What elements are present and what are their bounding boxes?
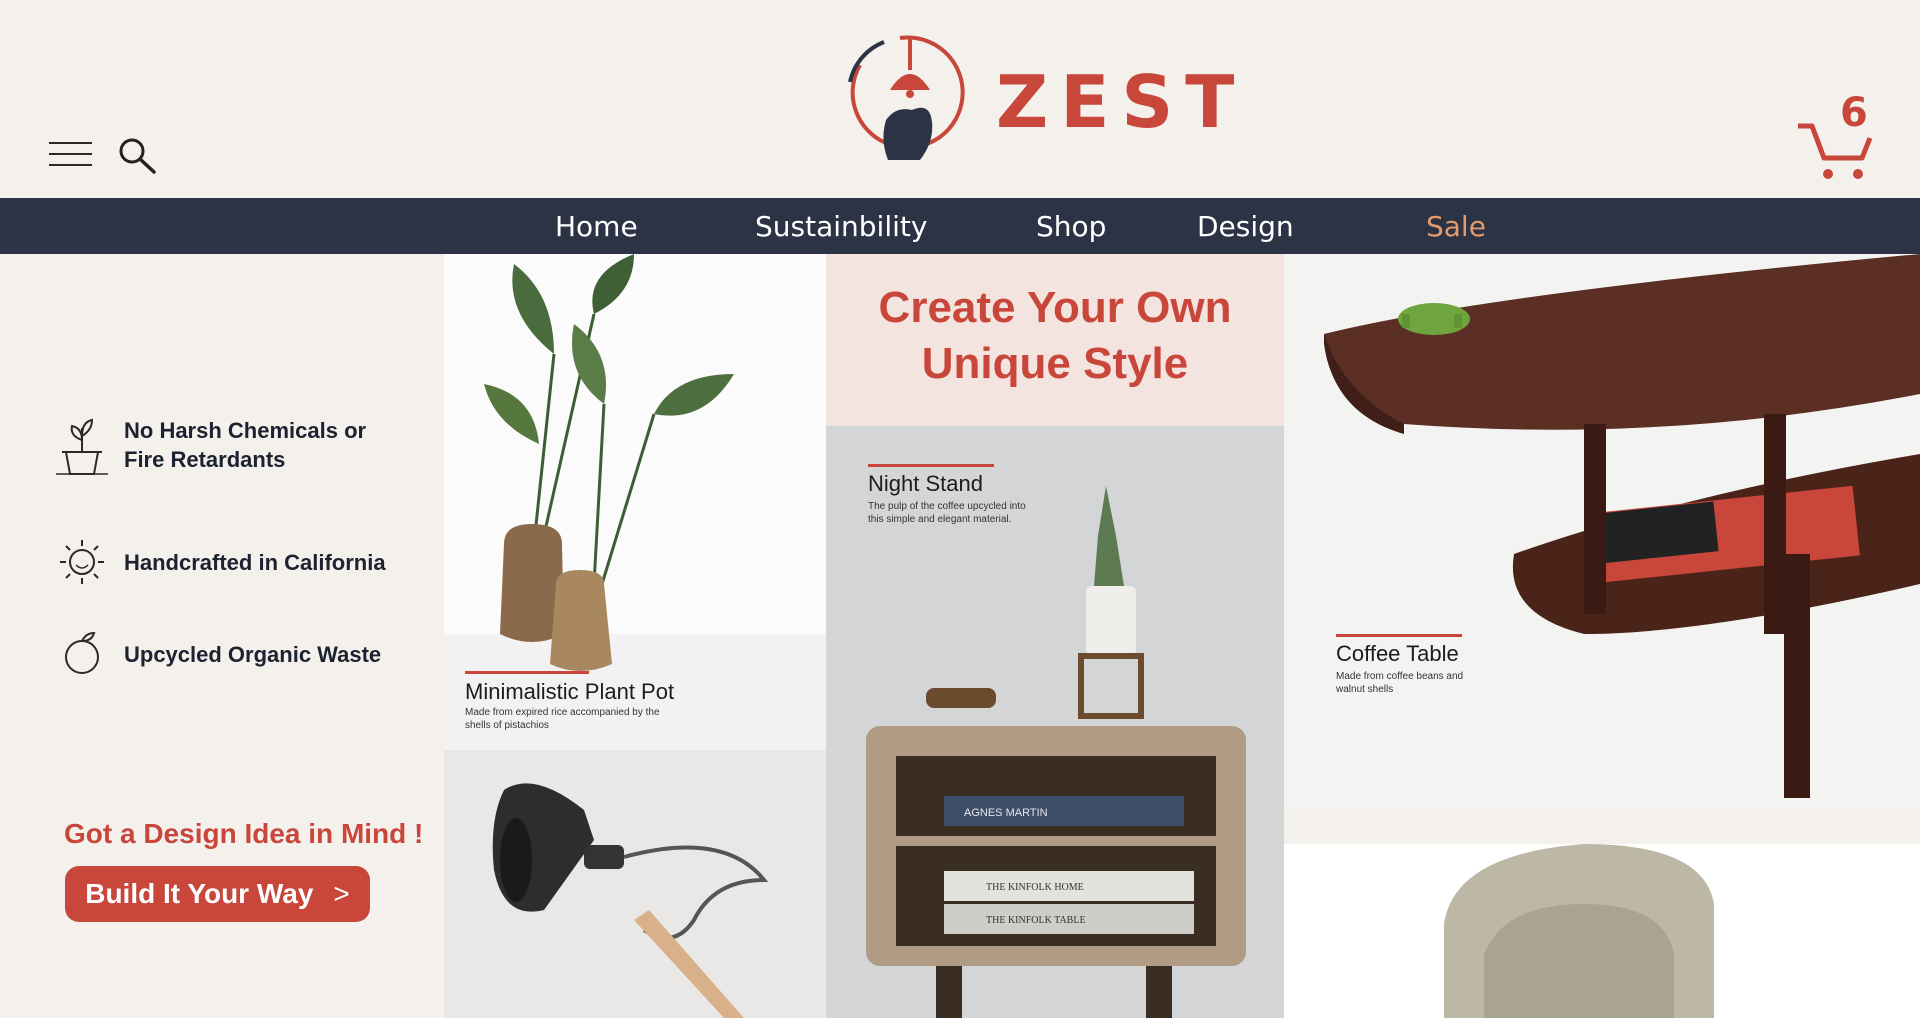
feature-label: Handcrafted in California [124, 549, 386, 575]
brand-name: ZEST [996, 60, 1247, 144]
book-spine-text: THE KINFOLK HOME [986, 882, 1084, 893]
product-title: Night Stand [868, 471, 983, 496]
build-it-your-way-button[interactable]: Build It Your Way > [65, 866, 370, 922]
feature-label: Upcycled Organic Waste [124, 641, 382, 667]
design-idea-prompt: Got a Design Idea in Mind ! [64, 818, 424, 849]
cart-icon [1798, 123, 1873, 179]
orange-fruit-icon [65, 631, 99, 674]
product-tile-armchair[interactable] [1284, 844, 1920, 1018]
features-panel: No Harsh Chemicals or Fire Retardants Han… [0, 254, 444, 1018]
product-tile-plant-pot[interactable]: Minimalistic Plant Pot Made from expired… [444, 254, 826, 750]
product-tile-coffee-table[interactable]: Coffee Table Made from coffee beans and w… [1284, 254, 1920, 808]
product-tile-lamp[interactable] [444, 750, 826, 1018]
nav-home[interactable]: Home [555, 210, 638, 243]
plant-pot-photo [444, 254, 826, 750]
product-tile-night-stand[interactable]: AGNES MARTIN THE KINFOLK HOME THE KINFOL… [826, 426, 1284, 1018]
feature-label: No Harsh Chemicals or [124, 418, 367, 443]
book-spine-text: AGNES MARTIN [964, 807, 1048, 819]
product-title: Coffee Table [1336, 641, 1459, 666]
caption-accent-line [465, 671, 589, 674]
nav-sale[interactable]: Sale [1426, 210, 1486, 243]
coffee-table-photo [1284, 254, 1920, 808]
product-title: Minimalistic Plant Pot [465, 679, 675, 704]
book-spine-text: THE KINFOLK TABLE [986, 915, 1086, 926]
hero-banner: Create Your Own Unique Style [826, 254, 1284, 426]
chevron-right-icon: > [333, 878, 350, 909]
site-header: ZEST 6 [0, 0, 1920, 198]
search-icon[interactable] [116, 136, 160, 176]
feature-upcycled: Upcycled Organic Waste [52, 619, 381, 689]
menu-icon[interactable] [49, 140, 92, 168]
feature-no-chemicals: No Harsh Chemicals or Fire Retardants [52, 410, 366, 480]
caption-accent-line [1336, 634, 1462, 637]
brand-logo[interactable]: ZEST [840, 30, 1234, 175]
nav-design[interactable]: Design [1197, 210, 1294, 243]
nav-sustainability[interactable]: Sustainbility [755, 210, 927, 243]
main-nav: Home Sustainbility Shop Design Sale [0, 198, 1920, 254]
plant-pot-icon [56, 418, 108, 475]
hero-heading: Create Your Own Unique Style [878, 283, 1232, 388]
build-button-label: Build It Your Way [85, 878, 314, 909]
product-description: Made from coffee beans and walnut shells [1336, 671, 1464, 695]
product-description: Made from expired rice accompanied by th… [465, 707, 660, 731]
sun-icon [60, 540, 104, 584]
cart-button[interactable]: 6 [1796, 90, 1874, 184]
nav-shop[interactable]: Shop [1036, 210, 1106, 243]
caption-accent-line [868, 464, 994, 467]
lamp-chair-logo-icon [848, 35, 965, 160]
product-description: The pulp of the coffee upcycled into this… [868, 501, 1026, 525]
desk-lamp-photo [444, 750, 826, 1018]
feature-handcrafted: Handcrafted in California [52, 527, 386, 597]
feature-label: Fire Retardants [124, 447, 286, 472]
armchair-photo [1284, 844, 1920, 1018]
